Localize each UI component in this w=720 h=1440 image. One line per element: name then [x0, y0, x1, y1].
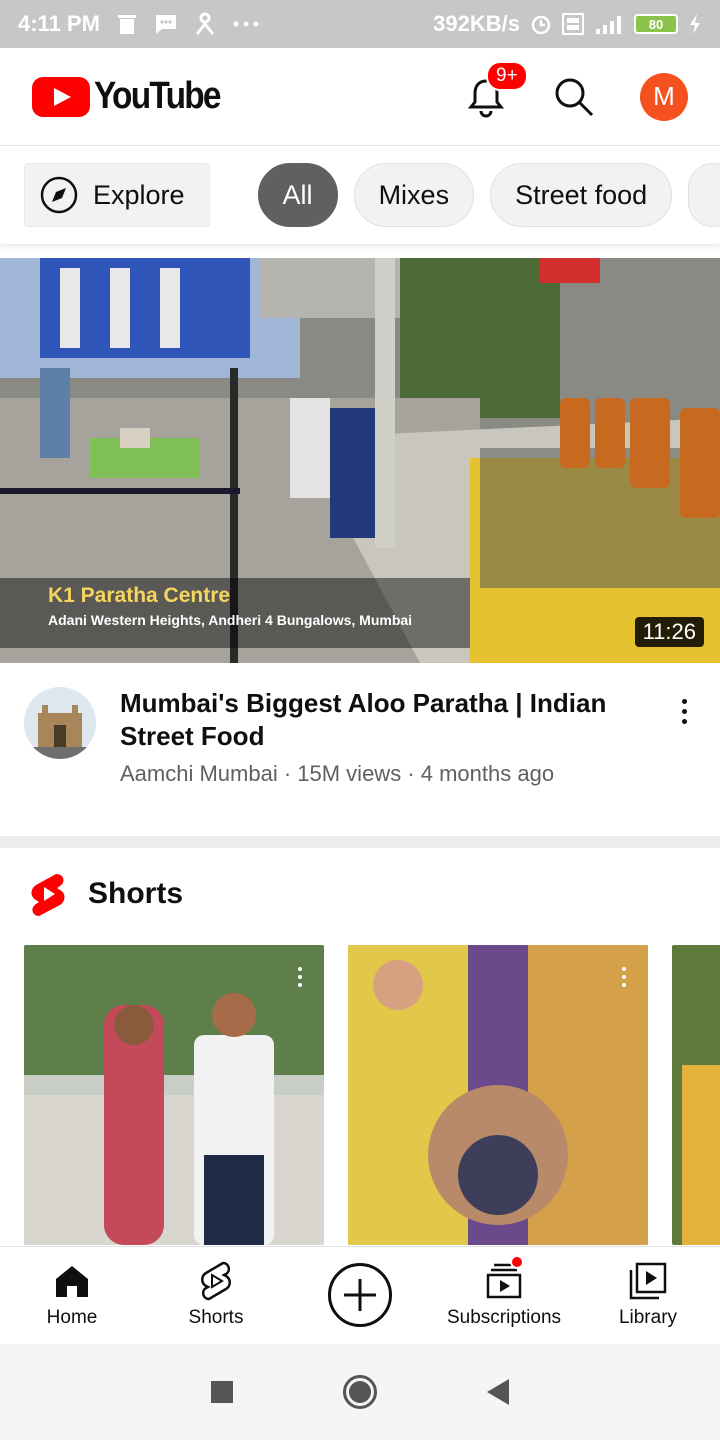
status-time: 4:11 PM: [18, 11, 100, 36]
filter-chips-bar: Explore All Mixes Street food: [0, 146, 720, 244]
charging-icon: [688, 13, 702, 35]
short-thumbnail-mehndi: [348, 945, 648, 1245]
notification-badge: 9+: [486, 60, 528, 91]
volte-icon: [562, 13, 584, 35]
notifications-button[interactable]: 9+: [464, 60, 528, 119]
nav-library-label: Library: [618, 1306, 678, 1328]
thumbnail-overlay-subtitle: Adani Western Heights, Andheri 4 Bungalo…: [48, 612, 413, 628]
trash-icon: [116, 13, 138, 35]
subscriptions-new-dot: [510, 1254, 524, 1269]
plus-icon: [344, 1278, 376, 1311]
library-icon: [629, 1262, 667, 1299]
account-avatar[interactable]: M: [640, 72, 688, 121]
status-bar: 4:11 PM 392KB/s 80: [0, 0, 720, 48]
short-thumbnail-couple: [24, 945, 324, 1245]
short-more-button[interactable]: [622, 967, 626, 987]
nav-home-label: Home: [46, 1306, 98, 1328]
home-icon: [56, 1265, 88, 1297]
video-thumbnail[interactable]: K1 Paratha Centre Adani Western Heights,…: [0, 258, 720, 663]
compass-icon: [40, 176, 78, 214]
message-icon: [154, 13, 178, 35]
app-header: YouTube 9+ M: [0, 48, 720, 146]
shorts-logo-icon: [31, 874, 65, 916]
nav-shorts[interactable]: Shorts: [144, 1247, 288, 1342]
bottom-navigation: Home Shorts Subscriptions Library: [0, 1246, 720, 1342]
section-divider: [0, 836, 720, 848]
video-info: Mumbai's Biggest Aloo Paratha | Indian S…: [0, 663, 720, 833]
video-more-button[interactable]: [672, 687, 696, 833]
battery-icon: 80: [634, 14, 678, 34]
short-card[interactable]: [24, 945, 324, 1245]
nav-home[interactable]: Home: [0, 1247, 144, 1342]
youtube-logo[interactable]: YouTube: [32, 75, 237, 118]
chip-next-partial[interactable]: [688, 163, 720, 227]
nav-subscriptions[interactable]: Subscriptions: [432, 1247, 576, 1342]
alarm-icon: [530, 13, 552, 35]
shorts-header: Shorts: [28, 872, 183, 916]
chip-mixes[interactable]: Mixes: [353, 163, 475, 227]
more-dots-icon: [232, 20, 260, 28]
chip-all[interactable]: All: [257, 163, 338, 227]
recents-icon[interactable]: [211, 1381, 233, 1403]
short-card[interactable]: [348, 945, 648, 1245]
back-icon[interactable]: [487, 1379, 509, 1405]
system-navigation-bar: [0, 1344, 720, 1440]
explore-label: Explore: [93, 179, 185, 210]
shorts-icon: [201, 1261, 231, 1300]
chip-street-food[interactable]: Street food: [490, 163, 673, 227]
video-duration: 11:26: [634, 617, 704, 647]
nav-subscriptions-label: Subscriptions: [446, 1306, 562, 1328]
person-icon: [194, 12, 216, 36]
search-button[interactable]: [552, 75, 596, 119]
short-card[interactable]: [672, 945, 720, 1245]
shorts-title: Shorts: [88, 877, 184, 910]
thumbnail-overlay-title: K1 Paratha Centre: [48, 584, 231, 607]
nav-library[interactable]: Library: [576, 1247, 720, 1342]
nav-shorts-label: Shorts: [188, 1306, 244, 1328]
video-channel-meta[interactable]: Aamchi Mumbai · 15M views · 4 months ago: [120, 761, 648, 787]
short-thumbnail-partial: [672, 945, 720, 1245]
search-icon: [555, 78, 594, 116]
short-more-button[interactable]: [298, 967, 302, 987]
battery-level: 80: [648, 16, 664, 32]
network-speed: 392KB/s: [433, 11, 520, 36]
channel-avatar[interactable]: [24, 687, 96, 759]
signal-icon: [594, 13, 624, 35]
youtube-play-icon: [32, 76, 90, 117]
home-circle-icon[interactable]: [343, 1375, 377, 1409]
logo-text: YouTube: [94, 75, 222, 117]
video-title[interactable]: Mumbai's Biggest Aloo Paratha | Indian S…: [120, 687, 648, 753]
explore-chip[interactable]: Explore: [24, 163, 210, 227]
gateway-of-india-image: [24, 687, 96, 759]
shorts-shelf: [24, 945, 720, 1245]
create-button[interactable]: [288, 1247, 432, 1342]
